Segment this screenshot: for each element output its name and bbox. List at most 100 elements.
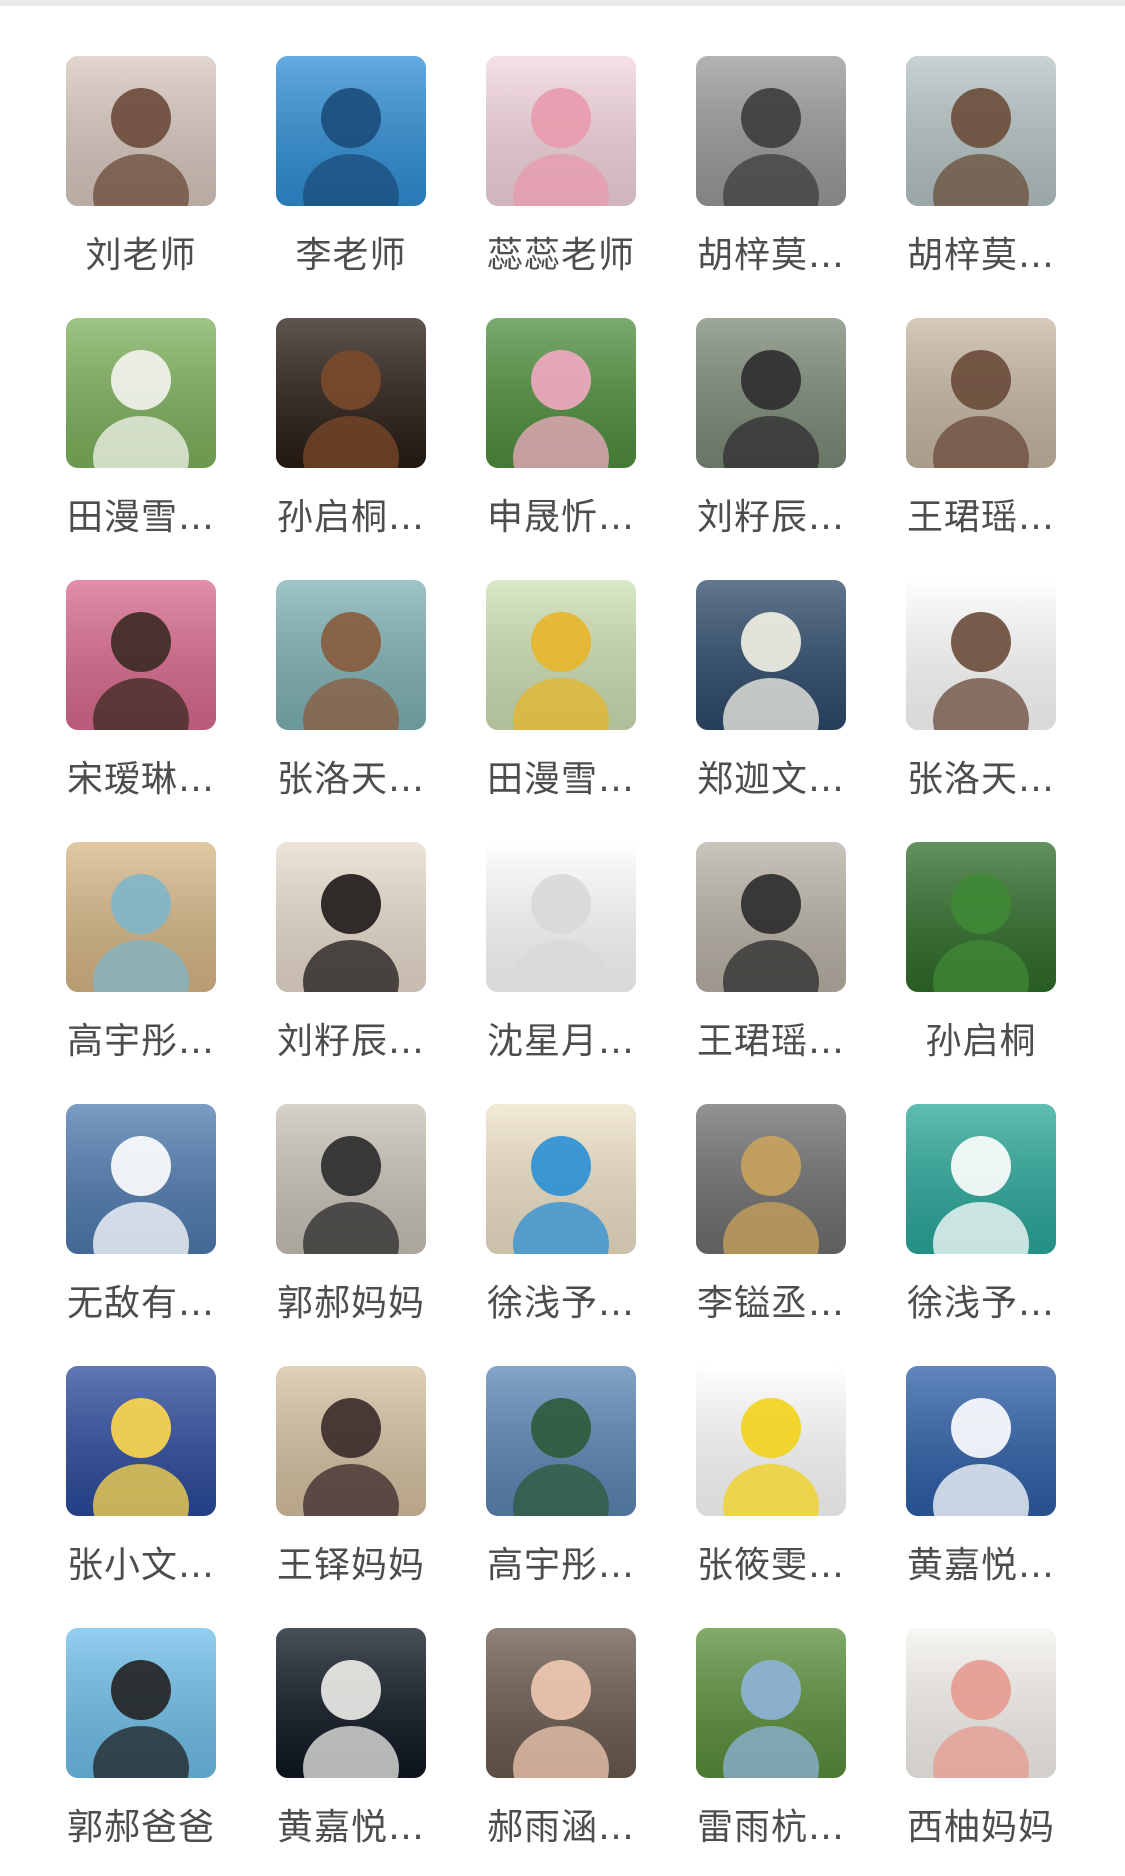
member-item[interactable]: 郝雨涵… bbox=[456, 1614, 666, 1876]
avatar[interactable] bbox=[66, 1628, 216, 1778]
avatar[interactable] bbox=[276, 1104, 426, 1254]
member-name: 高宇彤… bbox=[486, 1545, 635, 1586]
avatar[interactable] bbox=[906, 56, 1056, 206]
avatar[interactable] bbox=[486, 580, 636, 730]
member-name: 李老师 bbox=[295, 235, 407, 276]
avatar[interactable] bbox=[696, 1628, 846, 1778]
member-name: 张洛天… bbox=[276, 759, 425, 800]
member-item[interactable]: 张洛天… bbox=[246, 566, 456, 828]
avatar[interactable] bbox=[66, 580, 216, 730]
member-name: 王珺瑶… bbox=[696, 1021, 845, 1062]
member-item[interactable]: 无敌有… bbox=[36, 1090, 246, 1352]
avatar[interactable] bbox=[696, 1104, 846, 1254]
member-name: 郭郝妈妈 bbox=[276, 1283, 425, 1324]
doraemon-moon-icon bbox=[66, 1366, 216, 1516]
avatar[interactable] bbox=[276, 56, 426, 206]
member-item[interactable]: 郭郝妈妈 bbox=[246, 1090, 456, 1352]
avatar[interactable] bbox=[66, 1104, 216, 1254]
avatar[interactable] bbox=[276, 842, 426, 992]
member-name: 西柚妈妈 bbox=[906, 1807, 1055, 1848]
avatar[interactable] bbox=[906, 1366, 1056, 1516]
horse-shield-logo-icon bbox=[696, 1366, 846, 1516]
member-item[interactable]: 刘籽辰… bbox=[246, 828, 456, 1090]
member-item[interactable]: 胡梓莫… bbox=[666, 42, 876, 304]
member-name: 蕊蕊老师 bbox=[486, 235, 635, 276]
avatar[interactable] bbox=[66, 1366, 216, 1516]
child-flower-crown-icon bbox=[66, 580, 216, 730]
member-name: 刘籽辰… bbox=[696, 497, 845, 538]
avatar[interactable] bbox=[486, 1366, 636, 1516]
swan-night-icon bbox=[696, 580, 846, 730]
member-item[interactable]: 孙启桐… bbox=[246, 304, 456, 566]
parent-child-walking-icon bbox=[696, 56, 846, 206]
member-item[interactable]: 张洛天… bbox=[876, 566, 1086, 828]
avatar[interactable] bbox=[486, 1628, 636, 1778]
member-item[interactable]: 宋瑷琳… bbox=[36, 566, 246, 828]
avatar[interactable] bbox=[276, 1366, 426, 1516]
avatar[interactable] bbox=[486, 1104, 636, 1254]
member-item[interactable]: 申晟忻… bbox=[456, 304, 666, 566]
member-name: 高宇彤… bbox=[66, 1021, 215, 1062]
member-item[interactable]: 张小文… bbox=[36, 1352, 246, 1614]
avatar[interactable] bbox=[696, 842, 846, 992]
member-item[interactable]: 高宇彤… bbox=[456, 1352, 666, 1614]
avatar[interactable] bbox=[696, 318, 846, 468]
member-item[interactable]: 徐浅予… bbox=[456, 1090, 666, 1352]
avatar[interactable] bbox=[486, 842, 636, 992]
sunflower-icon bbox=[486, 580, 636, 730]
member-name: 郝雨涵… bbox=[486, 1807, 635, 1848]
member-item[interactable]: 西柚妈妈 bbox=[876, 1614, 1086, 1876]
member-item[interactable]: 王珺瑶… bbox=[876, 304, 1086, 566]
boats-sea-icon bbox=[906, 1104, 1056, 1254]
avatar[interactable] bbox=[906, 318, 1056, 468]
member-item[interactable]: 郭郝爸爸 bbox=[36, 1614, 246, 1876]
woman-room-icon bbox=[276, 1366, 426, 1516]
avatar[interactable] bbox=[906, 580, 1056, 730]
member-item[interactable]: 刘籽辰… bbox=[666, 304, 876, 566]
member-item[interactable]: 沈星月… bbox=[456, 828, 666, 1090]
bear-beach-icon bbox=[906, 56, 1056, 206]
member-item[interactable]: 王铎妈妈 bbox=[246, 1352, 456, 1614]
avatar[interactable] bbox=[696, 580, 846, 730]
avatar[interactable] bbox=[906, 1104, 1056, 1254]
avatar[interactable] bbox=[906, 842, 1056, 992]
member-item[interactable]: 田漫雪… bbox=[456, 566, 666, 828]
woman-mouse-ears-icon bbox=[276, 842, 426, 992]
member-item[interactable]: 高宇彤… bbox=[36, 828, 246, 1090]
member-item[interactable]: 雷雨杭… bbox=[666, 1614, 876, 1876]
avatar[interactable] bbox=[486, 56, 636, 206]
avatar[interactable] bbox=[66, 56, 216, 206]
avatar[interactable] bbox=[66, 842, 216, 992]
member-item[interactable]: 孙启桐 bbox=[876, 828, 1086, 1090]
member-name: 黄嘉悦… bbox=[276, 1807, 425, 1848]
member-item[interactable]: 徐浅予… bbox=[876, 1090, 1086, 1352]
member-name: 胡梓莫… bbox=[906, 235, 1055, 276]
member-item[interactable]: 黄嘉悦… bbox=[876, 1352, 1086, 1614]
member-item[interactable]: 张筱雯… bbox=[666, 1352, 876, 1614]
member-name: 黄嘉悦… bbox=[906, 1545, 1055, 1586]
avatar[interactable] bbox=[276, 580, 426, 730]
member-item[interactable]: 王珺瑶… bbox=[666, 828, 876, 1090]
member-item[interactable]: 李镒丞… bbox=[666, 1090, 876, 1352]
coastline-icon bbox=[486, 1366, 636, 1516]
avatar[interactable] bbox=[486, 318, 636, 468]
member-name: 田漫雪… bbox=[66, 497, 215, 538]
member-item[interactable]: 刘老师 bbox=[36, 42, 246, 304]
avatar[interactable] bbox=[696, 1366, 846, 1516]
avatar[interactable] bbox=[276, 1628, 426, 1778]
lotus-flower-icon bbox=[486, 318, 636, 468]
avatar[interactable] bbox=[66, 318, 216, 468]
potted-plant-icon bbox=[906, 1366, 1056, 1516]
avatar[interactable] bbox=[276, 318, 426, 468]
member-item[interactable]: 李老师 bbox=[246, 42, 456, 304]
member-item[interactable]: 蕊蕊老师 bbox=[456, 42, 666, 304]
avatar[interactable] bbox=[906, 1628, 1056, 1778]
member-item[interactable]: 胡梓莫… bbox=[876, 42, 1086, 304]
member-item[interactable]: 田漫雪… bbox=[36, 304, 246, 566]
member-item[interactable]: 郑迦文… bbox=[666, 566, 876, 828]
member-name: 郑迦文… bbox=[696, 759, 845, 800]
avatar[interactable] bbox=[696, 56, 846, 206]
painted-plate-icon bbox=[486, 1104, 636, 1254]
member-name: 徐浅予… bbox=[486, 1283, 635, 1324]
member-item[interactable]: 黄嘉悦… bbox=[246, 1614, 456, 1876]
